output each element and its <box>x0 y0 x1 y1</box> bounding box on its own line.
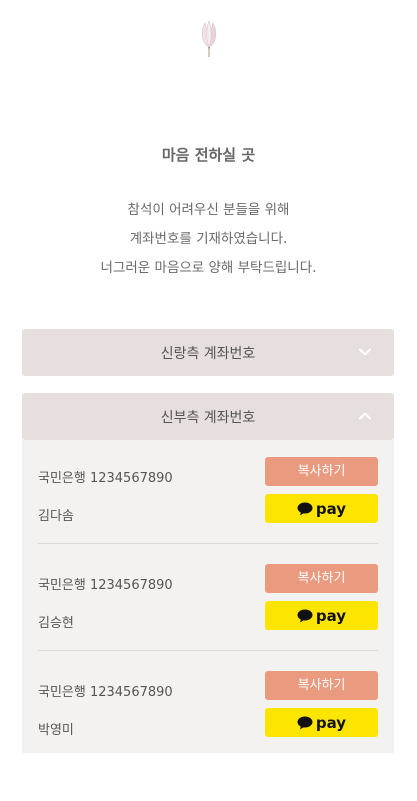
groom-accounts-label: 신랑측 계좌번호 <box>160 345 256 362</box>
bank-account-number: 국민은행 1234567890 <box>38 471 173 486</box>
bride-accounts-toggle[interactable]: 신부측 계좌번호 <box>22 393 394 440</box>
pay-label: pay <box>315 499 347 518</box>
bank-account-number: 국민은행 1234567890 <box>38 685 173 700</box>
account-row: 국민은행 1234567890 김승현 복사하기 pay <box>38 564 378 654</box>
kakao-talk-bubble-icon <box>297 716 313 729</box>
account-row: 국민은행 1234567890 김다솜 복사하기 pay <box>38 457 378 547</box>
guidance-message: 참석이 어려우신 분들을 위해 계좌번호를 기재하였습니다. 너그러운 마음으로… <box>0 196 417 283</box>
section-title: 마음 전하실 곳 <box>161 146 256 164</box>
kakao-pay-button[interactable]: pay <box>265 708 378 737</box>
kakao-pay-button[interactable]: pay <box>265 601 378 630</box>
chevron-down-icon <box>359 348 371 356</box>
copy-button[interactable]: 복사하기 <box>265 564 378 593</box>
message-line: 참석이 어려우신 분들을 위해 <box>127 202 290 218</box>
divider <box>38 650 378 651</box>
kakao-talk-bubble-icon <box>297 609 313 622</box>
bank-account-number: 국민은행 1234567890 <box>38 578 173 593</box>
copy-button[interactable]: 복사하기 <box>265 457 378 486</box>
message-line: 계좌번호를 기재하였습니다. <box>129 231 288 247</box>
account-row: 국민은행 1234567890 박영미 복사하기 pay <box>38 671 378 761</box>
chevron-up-icon <box>359 412 371 420</box>
bride-accounts-panel: 국민은행 1234567890 김다솜 복사하기 pay 국민은행 123456… <box>22 440 394 753</box>
account-holder: 박영미 <box>38 723 74 738</box>
message-line: 너그러운 마음으로 양해 부탁드립니다. <box>100 260 317 276</box>
groom-accounts-toggle[interactable]: 신랑측 계좌번호 <box>22 329 394 376</box>
account-holder: 김다솜 <box>38 509 74 524</box>
pay-label: pay <box>315 713 347 732</box>
bride-accounts-label: 신부측 계좌번호 <box>160 409 256 426</box>
pay-label: pay <box>315 606 347 625</box>
magnolia-flower-icon <box>201 20 217 57</box>
kakao-talk-bubble-icon <box>297 502 313 515</box>
divider <box>38 543 378 544</box>
account-holder: 김승현 <box>38 616 74 631</box>
kakao-pay-button[interactable]: pay <box>265 494 378 523</box>
copy-button[interactable]: 복사하기 <box>265 671 378 700</box>
